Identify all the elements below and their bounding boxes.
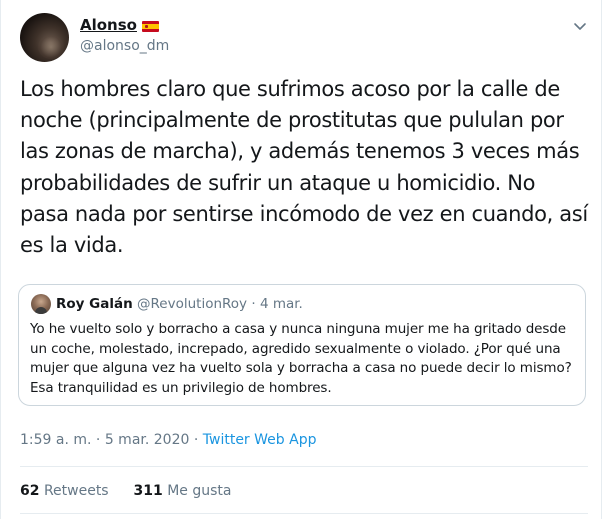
likes-count: 311 (133, 483, 163, 499)
tweet-metadata: 1:59 a. m. · 5 mar. 2020 · Twitter Web A… (20, 432, 316, 448)
retweets-stat[interactable]: 62 Retweets (20, 483, 113, 499)
divider (20, 513, 588, 514)
tweet-card: Alonso @alonso_dm Los hombres claro que … (0, 0, 602, 519)
avatar-photo-highlight (38, 35, 64, 59)
quoted-tweet-header: Roy Galán @RevolutionRoy · 4 mar. (56, 296, 303, 312)
author-name-link[interactable]: Alonso (80, 16, 159, 34)
author-avatar[interactable] (20, 13, 69, 62)
meta-separator: · (193, 432, 199, 448)
quoted-author-name: Roy Galán (56, 296, 133, 312)
retweets-label: Retweets (43, 483, 109, 499)
chevron-down-icon[interactable] (572, 18, 588, 34)
quoted-separator: · (251, 296, 256, 312)
tweet-source-link[interactable]: Twitter Web App (203, 432, 317, 448)
tweet-time[interactable]: 1:59 a. m. (20, 432, 91, 448)
likes-label: Me gusta (167, 483, 232, 499)
tweet-text: Los hombres claro que sufrimos acoso por… (20, 77, 588, 258)
divider (20, 466, 588, 467)
meta-separator: · (95, 432, 101, 448)
spain-flag-icon (141, 20, 159, 32)
quoted-author-handle: @RevolutionRoy (137, 296, 248, 312)
author-name[interactable]: Alonso (80, 16, 137, 34)
quoted-tweet-text: Yo he vuelto solo y borracho a casa y nu… (30, 321, 572, 396)
tweet-date[interactable]: 5 mar. 2020 (105, 432, 190, 448)
retweets-count: 62 (20, 483, 40, 499)
quoted-author-avatar (31, 294, 51, 314)
tweet-stats: 62 Retweets 311 Me gusta (20, 483, 231, 499)
author-handle[interactable]: @alonso_dm (80, 38, 169, 54)
quoted-date: 4 mar. (259, 296, 303, 312)
quoted-tweet[interactable]: Roy Galán @RevolutionRoy · 4 mar. Yo he … (18, 284, 586, 406)
likes-stat[interactable]: 311 Me gusta (134, 483, 232, 499)
